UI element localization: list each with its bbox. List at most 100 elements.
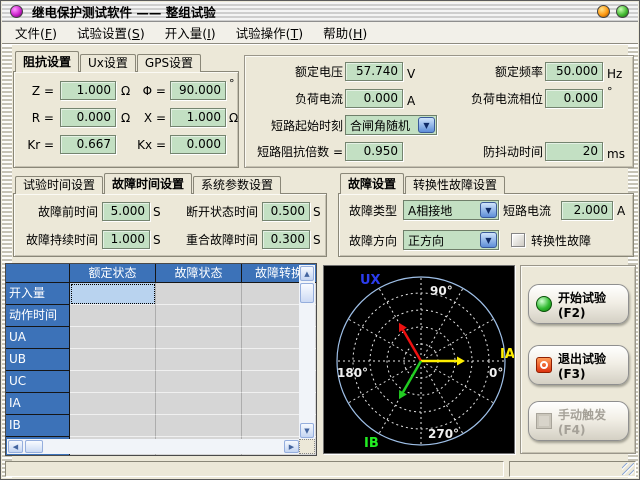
tab-gps-settings[interactable]: GPS设置 bbox=[137, 54, 201, 72]
scroll-down-icon[interactable]: ▼ bbox=[300, 423, 314, 438]
fault-direction-select[interactable]: 正方向 ▼ bbox=[403, 230, 499, 250]
table-cell[interactable] bbox=[156, 393, 242, 415]
menu-test-operation[interactable]: 试验操作(T) bbox=[226, 21, 313, 44]
z-label: Z = bbox=[16, 82, 54, 100]
short-circuit-start-select[interactable]: 合闸角随机 ▼ bbox=[345, 115, 437, 135]
row-header-action-time[interactable]: 动作时间 bbox=[6, 305, 70, 327]
fault-panel: 故障设置 转换性故障设置 故障类型 A相接地 ▼ 短路电流 2.000 A 故障… bbox=[338, 173, 634, 257]
row-header-ua[interactable]: UA bbox=[6, 327, 70, 349]
open-state-time-input[interactable]: 0.500 bbox=[262, 202, 310, 221]
row-header-binary-input[interactable]: 开入量 bbox=[6, 283, 70, 305]
load-current-phase-input[interactable]: 0.000 bbox=[545, 89, 603, 108]
row-header-ia[interactable]: IA bbox=[6, 393, 70, 415]
tab-impedance-settings[interactable]: 阻抗设置 bbox=[15, 51, 79, 72]
kx-label: Kx = bbox=[130, 136, 166, 154]
scroll-up-icon[interactable]: ▲ bbox=[300, 266, 314, 281]
kr-input[interactable]: 0.667 bbox=[60, 135, 116, 154]
impedance-multiplier-input[interactable]: 0.950 bbox=[345, 142, 403, 161]
table-cell[interactable] bbox=[156, 305, 242, 327]
tab-convert-fault-settings[interactable]: 转换性故障设置 bbox=[405, 176, 505, 194]
table-cell[interactable] bbox=[70, 305, 156, 327]
menu-file[interactable]: 文件(F) bbox=[5, 21, 67, 44]
table-cell[interactable] bbox=[70, 393, 156, 415]
scrollbar-corner bbox=[299, 439, 315, 454]
exit-test-label: 退出试验(F3) bbox=[558, 350, 628, 381]
table-cell[interactable] bbox=[156, 327, 242, 349]
table-cell[interactable] bbox=[70, 349, 156, 371]
impedance-panel: 阻抗设置 Ux设置 GPS设置 Z = 1.000 Ω Φ = 90.000 °… bbox=[13, 51, 239, 168]
column-header-rated-state[interactable]: 额定状态 bbox=[70, 264, 156, 283]
phasor-plot-canvas: UX 90° 180° 0° 270° IA IB bbox=[324, 266, 514, 453]
menu-test-settings[interactable]: 试验设置(S) bbox=[67, 21, 155, 44]
manual-trigger-button[interactable]: 手动触发(F4) bbox=[528, 401, 629, 441]
start-test-button[interactable]: 开始试验(F2) bbox=[528, 284, 629, 324]
prefault-time-input[interactable]: 5.000 bbox=[102, 202, 150, 221]
fault-duration-label: 故障持续时间 bbox=[16, 231, 98, 249]
table-cell[interactable] bbox=[70, 327, 156, 349]
row-header-uc[interactable]: UC bbox=[6, 371, 70, 393]
short-circuit-current-input[interactable]: 2.000 bbox=[561, 201, 613, 220]
horizontal-scrollbar[interactable]: ◀ ▶ bbox=[7, 439, 301, 454]
table-header-row: 额定状态 故障状态 故障转换 bbox=[6, 264, 316, 283]
table-row: 动作时间 bbox=[6, 305, 316, 327]
z-input[interactable]: 1.000 bbox=[60, 81, 116, 100]
fault-type-select[interactable]: A相接地 ▼ bbox=[403, 200, 499, 220]
vertical-scrollbar[interactable]: ▲ ▼ bbox=[299, 265, 315, 439]
chevron-down-icon[interactable]: ▼ bbox=[480, 202, 497, 218]
table-cell-selected[interactable] bbox=[70, 283, 156, 305]
table-cell[interactable] bbox=[156, 415, 242, 437]
rated-freq-label: 额定频率 bbox=[447, 63, 543, 81]
phi-input[interactable]: 90.000 bbox=[170, 81, 226, 100]
tab-fault-settings[interactable]: 故障设置 bbox=[340, 173, 404, 194]
table-row: IA bbox=[6, 393, 316, 415]
rated-freq-unit: Hz bbox=[607, 65, 622, 83]
r-input[interactable]: 0.000 bbox=[60, 108, 116, 127]
rated-voltage-input[interactable]: 57.740 bbox=[345, 62, 403, 81]
column-header-fault-state[interactable]: 故障状态 bbox=[156, 264, 242, 283]
load-current-input[interactable]: 0.000 bbox=[345, 89, 403, 108]
r-value: 0.000 bbox=[77, 110, 111, 124]
impedance-multiplier-value: 0.950 bbox=[364, 144, 398, 158]
table-cell[interactable] bbox=[70, 415, 156, 437]
ux-label: UX bbox=[360, 273, 381, 288]
rated-freq-input[interactable]: 50.000 bbox=[545, 62, 603, 81]
prefault-time-unit: S bbox=[153, 203, 161, 221]
tab-ux-settings[interactable]: Ux设置 bbox=[80, 54, 136, 72]
exit-test-button[interactable]: 退出试验(F3) bbox=[528, 345, 629, 385]
resize-grip[interactable] bbox=[622, 463, 634, 475]
convert-fault-checkbox[interactable] bbox=[511, 233, 525, 247]
row-header-ub[interactable]: UB bbox=[6, 349, 70, 371]
title-bar[interactable]: 继电保护测试软件 —— 整组试验 bbox=[2, 2, 638, 22]
z-value: 1.000 bbox=[77, 83, 111, 97]
scroll-left-icon[interactable]: ◀ bbox=[8, 440, 23, 453]
table-cell[interactable] bbox=[156, 349, 242, 371]
row-header-ib[interactable]: IB bbox=[6, 415, 70, 437]
prefault-time-label: 故障前时间 bbox=[16, 203, 98, 221]
minimize-button[interactable] bbox=[597, 5, 610, 18]
scroll-right-icon[interactable]: ▶ bbox=[284, 440, 299, 453]
vertical-scroll-thumb[interactable] bbox=[300, 283, 314, 303]
rated-voltage-label: 额定电压 bbox=[247, 63, 343, 81]
x-unit: Ω bbox=[229, 109, 238, 127]
horizontal-scroll-thumb[interactable] bbox=[25, 440, 43, 453]
x-input[interactable]: 1.000 bbox=[170, 108, 226, 127]
table-cell[interactable] bbox=[70, 371, 156, 393]
short-circuit-current-unit: A bbox=[617, 202, 625, 220]
maximize-button[interactable] bbox=[616, 5, 629, 18]
kx-input[interactable]: 0.000 bbox=[170, 135, 226, 154]
phi-label: Φ = bbox=[130, 82, 166, 100]
time-panel: 试验时间设置 故障时间设置 系统参数设置 故障前时间 5.000 S 断开状态时… bbox=[13, 173, 327, 257]
chevron-down-icon[interactable]: ▼ bbox=[418, 117, 435, 133]
menu-binary-input[interactable]: 开入量(I) bbox=[155, 21, 226, 44]
load-current-value: 0.000 bbox=[364, 91, 398, 105]
table-cell[interactable] bbox=[156, 371, 242, 393]
fault-duration-input[interactable]: 1.000 bbox=[102, 230, 150, 249]
table-cell[interactable] bbox=[156, 283, 242, 305]
tab-fault-time-settings[interactable]: 故障时间设置 bbox=[104, 173, 192, 194]
chevron-down-icon[interactable]: ▼ bbox=[480, 232, 497, 248]
tab-test-time-settings[interactable]: 试验时间设置 bbox=[15, 176, 103, 194]
menu-help[interactable]: 帮助(H) bbox=[313, 21, 377, 44]
reclose-fault-time-input[interactable]: 0.300 bbox=[262, 230, 310, 249]
debounce-time-input[interactable]: 20 bbox=[545, 142, 603, 161]
tab-system-param-settings[interactable]: 系统参数设置 bbox=[193, 176, 281, 194]
